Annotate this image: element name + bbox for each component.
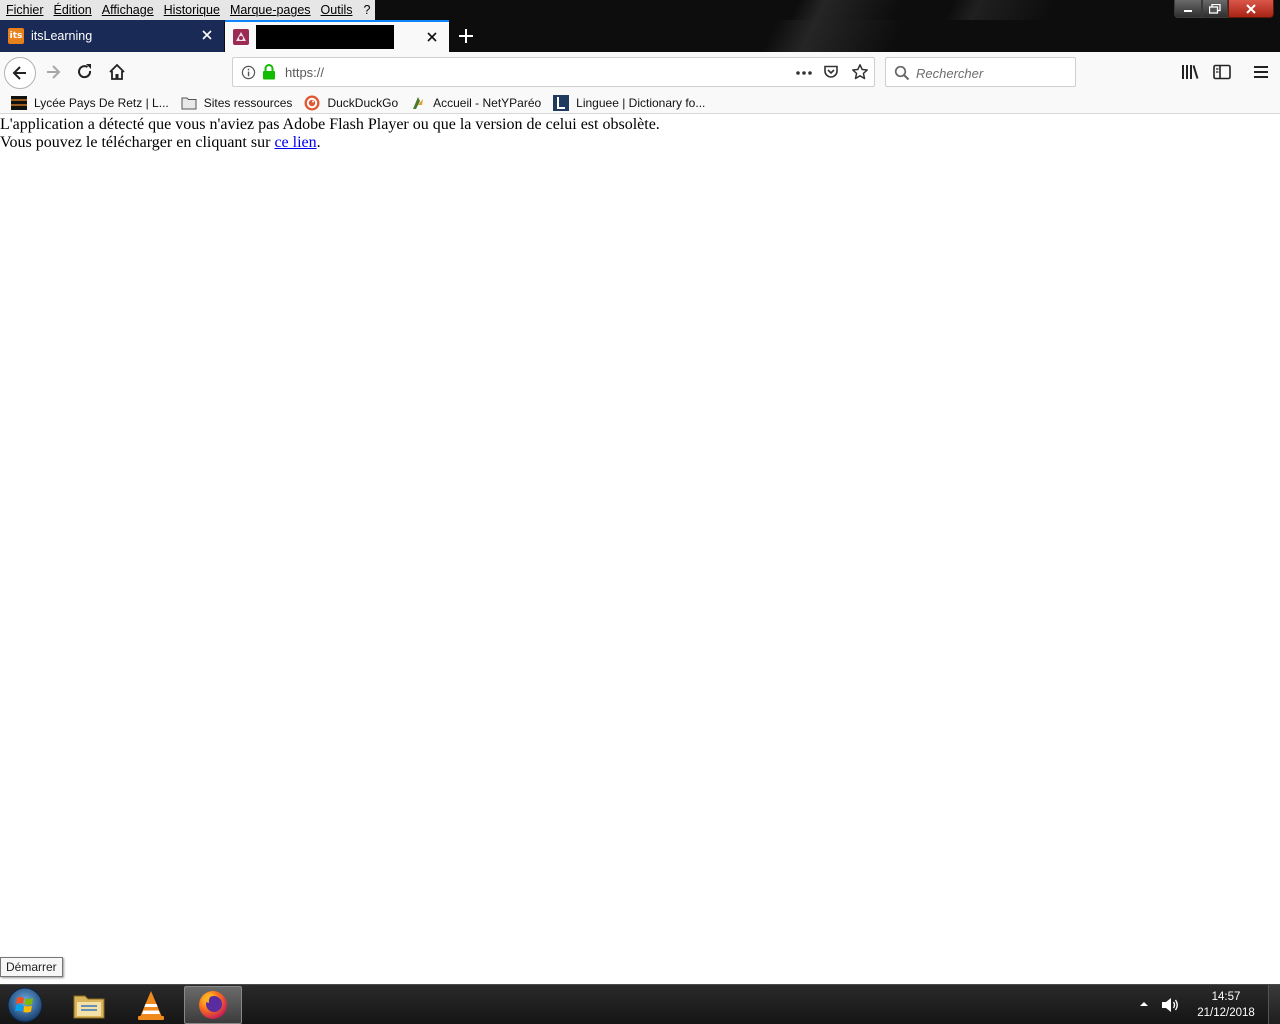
download-text: Vous pouvez le télécharger en cliquant s… — [0, 134, 275, 151]
reload-button[interactable] — [74, 61, 96, 83]
show-hidden-icons-icon[interactable] — [1139, 1000, 1149, 1008]
restore-button[interactable] — [1202, 0, 1228, 18]
site-favicon-icon — [233, 29, 249, 45]
close-window-button[interactable] — [1228, 0, 1274, 18]
linguee-icon — [553, 94, 570, 111]
page-content: L'application a détecté que vous n'aviez… — [0, 115, 1280, 984]
sidebar-button[interactable] — [1210, 61, 1234, 83]
close-tab-icon[interactable] — [425, 30, 439, 44]
tab-itslearning[interactable]: its itsLearning — [0, 20, 224, 52]
start-button[interactable] — [5, 986, 45, 1024]
netypareo-icon — [413, 96, 424, 109]
flash-warning-text: L'application a détecté que vous n'aviez… — [0, 116, 660, 133]
reload-icon — [78, 64, 92, 79]
minimize-button[interactable] — [1174, 0, 1202, 18]
bookmark-netypareo[interactable]: Accueil - NetYParéo — [410, 93, 541, 113]
bookmark-label: DuckDuckGo — [327, 95, 399, 110]
tab-strip: its itsLearning — [0, 20, 1280, 52]
redacted-tab-title — [256, 25, 394, 49]
library-button[interactable] — [1178, 61, 1202, 83]
open-menu-button[interactable] — [1249, 61, 1273, 83]
new-tab-icon[interactable] — [456, 26, 476, 46]
close-tab-icon[interactable] — [200, 28, 214, 42]
clock-date: 21/12/2018 — [1197, 1007, 1255, 1019]
bookmark-folder-sites-ressources[interactable]: Sites ressources — [181, 93, 293, 113]
window-titlebar: Fichier Édition Affichage Historique Mar… — [0, 0, 1280, 20]
menu-help[interactable]: ? — [359, 0, 376, 20]
download-instruction: Vous pouvez le télécharger en cliquant s… — [0, 134, 1280, 152]
info-icon[interactable] — [241, 65, 256, 80]
home-button[interactable] — [106, 61, 128, 83]
search-input[interactable] — [916, 64, 1066, 82]
restore-icon — [1209, 3, 1221, 14]
bookmark-linguee[interactable]: Linguee | Dictionary fo... — [553, 93, 705, 113]
menu-affichage[interactable]: Affichage — [98, 0, 160, 20]
bookmark-label: Sites ressources — [203, 95, 293, 110]
taskbar-explorer[interactable] — [60, 986, 118, 1024]
pocket-icon[interactable] — [823, 64, 839, 80]
clock-time: 14:57 — [1211, 991, 1241, 1003]
forward-button[interactable] — [42, 61, 64, 83]
menu-edition[interactable]: Édition — [50, 0, 98, 20]
system-clock[interactable]: 14:57 21/12/2018 — [1190, 989, 1262, 1021]
folder-icon — [181, 97, 197, 109]
duckduckgo-icon — [304, 95, 320, 110]
minimize-icon — [1184, 9, 1192, 12]
vlc-icon — [138, 991, 164, 1020]
menu-marque-pages[interactable]: Marque-pages — [226, 0, 317, 20]
search-icon — [894, 65, 910, 81]
lock-icon[interactable] — [262, 64, 276, 80]
url-bar[interactable]: https:// — [232, 57, 875, 87]
download-text-end: . — [316, 134, 321, 151]
taskbar: 14:57 21/12/2018 — [0, 984, 1280, 1024]
start-tooltip: Démarrer — [0, 957, 63, 977]
back-arrow-icon — [12, 66, 26, 80]
taskbar-firefox[interactable] — [184, 986, 242, 1024]
bookmark-star-icon[interactable] — [851, 63, 869, 81]
volume-icon[interactable] — [1160, 996, 1180, 1014]
school-icon — [11, 95, 27, 110]
menu-historique[interactable]: Historique — [160, 0, 226, 20]
bookmarks-toolbar: Lycée Pays De Retz | L... Sites ressourc… — [0, 92, 1280, 114]
firefox-icon — [199, 991, 227, 1019]
back-button[interactable] — [4, 57, 36, 89]
download-link[interactable]: ce lien — [274, 134, 316, 151]
menu-bar: Fichier Édition Affichage Historique Mar… — [0, 0, 376, 20]
home-icon — [109, 63, 125, 80]
tab-label: itsLearning — [31, 29, 93, 43]
search-bar[interactable] — [885, 57, 1076, 87]
bookmark-label: Lycée Pays De Retz | L... — [34, 95, 169, 110]
bookmark-duckduckgo[interactable]: DuckDuckGo — [304, 93, 398, 113]
close-icon — [1246, 3, 1256, 14]
itslearning-icon: its — [8, 28, 24, 44]
sidebar-icon — [1213, 64, 1231, 80]
navigation-toolbar: https:// — [0, 52, 1280, 92]
windows-start-icon — [7, 987, 43, 1023]
show-desktop-button[interactable] — [1268, 985, 1280, 1024]
tab-active-site[interactable] — [225, 20, 449, 52]
bookmark-lycee[interactable]: Lycée Pays De Retz | L... — [11, 93, 169, 113]
bookmark-label: Linguee | Dictionary fo... — [576, 95, 706, 110]
library-icon — [1182, 65, 1199, 79]
page-actions-icon[interactable] — [795, 65, 813, 81]
file-explorer-icon — [73, 995, 105, 1019]
hamburger-menu-icon — [1254, 66, 1268, 78]
taskbar-vlc[interactable] — [122, 986, 180, 1024]
forward-arrow-icon — [47, 65, 61, 79]
bookmark-label: Accueil - NetYParéo — [433, 95, 542, 110]
menu-outils[interactable]: Outils — [317, 0, 359, 20]
url-text[interactable]: https:// — [285, 65, 324, 80]
menu-fichier[interactable]: Fichier — [2, 0, 50, 20]
